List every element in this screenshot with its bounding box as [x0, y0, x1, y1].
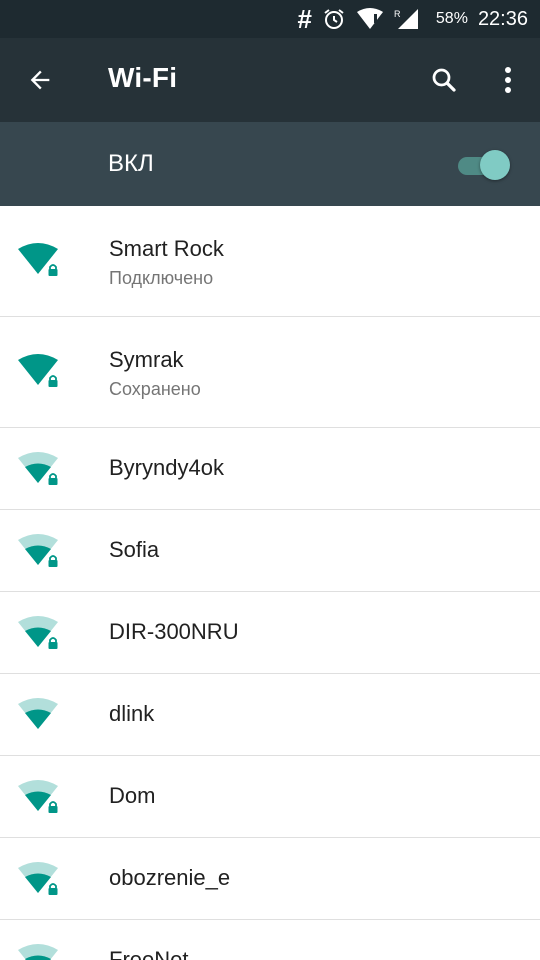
- network-name: obozrenie_e: [109, 865, 231, 890]
- network-status: Сохранено: [109, 379, 201, 399]
- network-name: Dom: [109, 783, 156, 808]
- network-name: Sofia: [109, 537, 160, 562]
- network-row[interactable]: Sofia: [0, 510, 540, 592]
- network-row[interactable]: DIR-300NRU: [0, 592, 540, 674]
- wifi-icon: [16, 943, 62, 960]
- network-row[interactable]: FreeNet: [0, 920, 540, 960]
- svg-text:R: R: [394, 9, 401, 19]
- network-name: Symrak: [109, 347, 184, 372]
- wifi-icon: [16, 697, 62, 733]
- wifi-settings-screen: # R 58% 22:36 Wi-Fi ВКЛ Smart Rock Подкл…: [0, 0, 540, 960]
- status-bar: # R 58% 22:36: [0, 0, 540, 38]
- clock-time: 22:36: [477, 7, 528, 30]
- wifi-toggle[interactable]: [456, 150, 512, 180]
- network-row[interactable]: dlink: [0, 674, 540, 756]
- wifi-lock-icon: [16, 861, 62, 897]
- battery-icon: 58%: [430, 10, 468, 28]
- arrow-back-icon[interactable]: [20, 60, 60, 100]
- more-vert-icon[interactable]: [488, 60, 528, 100]
- network-list: Smart Rock Подключено Symrak Сохранено Byryn…: [0, 206, 540, 960]
- network-row[interactable]: Dom: [0, 756, 540, 838]
- wifi-master-switch-bar[interactable]: ВКЛ: [0, 122, 540, 206]
- alarm-icon: [322, 7, 346, 31]
- hash-icon: #: [297, 4, 312, 34]
- battery-percent: 58%: [435, 10, 468, 27]
- search-icon[interactable]: [424, 60, 464, 100]
- app-bar: Wi-Fi: [0, 38, 540, 122]
- toggle-thumb: [480, 150, 510, 180]
- network-name: Byryndy4ok: [109, 455, 224, 480]
- network-name: Smart Rock: [109, 236, 224, 261]
- wifi-signal-icon: [356, 8, 384, 30]
- page-title: Wi-Fi: [108, 62, 178, 93]
- network-row[interactable]: Smart Rock Подключено: [0, 206, 540, 317]
- cell-signal-icon: R: [394, 8, 420, 30]
- network-row[interactable]: obozrenie_e: [0, 838, 540, 920]
- wifi-lock-icon: [16, 779, 62, 815]
- network-name: FreeNet: [109, 947, 189, 960]
- network-name: dlink: [109, 701, 155, 726]
- wifi-lock-icon: [16, 533, 62, 569]
- network-name: DIR-300NRU: [109, 619, 239, 644]
- wifi-lock-icon: [16, 353, 62, 389]
- network-status: Подключено: [109, 268, 214, 288]
- wifi-lock-icon: [16, 451, 62, 487]
- network-row[interactable]: Symrak Сохранено: [0, 317, 540, 428]
- wifi-lock-icon: [16, 242, 62, 278]
- switch-label: ВКЛ: [108, 150, 154, 177]
- wifi-lock-icon: [16, 615, 62, 651]
- network-row[interactable]: Byryndy4ok: [0, 428, 540, 510]
